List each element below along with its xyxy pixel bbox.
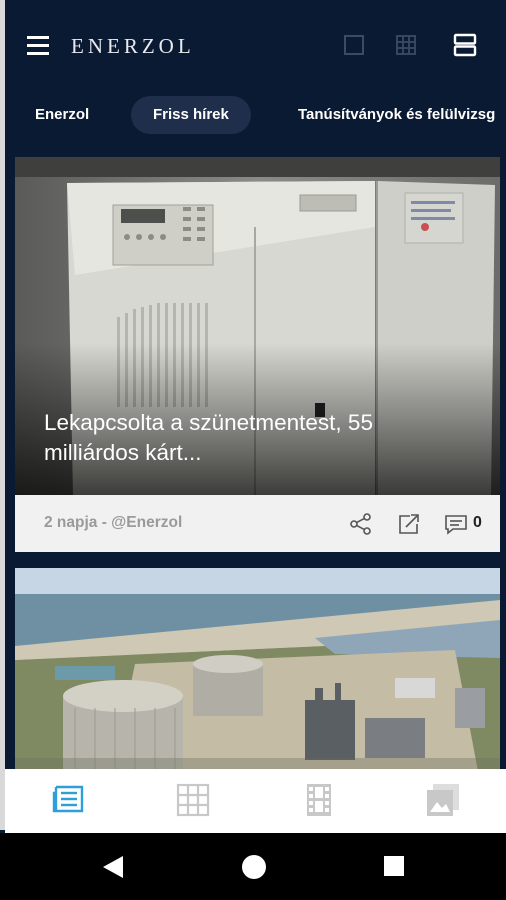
back-icon[interactable] — [101, 854, 125, 880]
gallery-icon[interactable] — [424, 781, 462, 819]
share-icon[interactable] — [348, 512, 374, 536]
home-icon[interactable] — [241, 854, 267, 880]
recents-icon[interactable] — [383, 855, 405, 877]
external-share-icon[interactable] — [396, 512, 422, 536]
top-app-bar: ENERZOL — [5, 0, 506, 88]
video-icon[interactable] — [300, 781, 338, 819]
article-footer: 2 napja - @Enerzol 0 — [15, 495, 500, 552]
app-root: ENERZOL Enerzol Friss hírek Tanúsítványo… — [0, 0, 506, 900]
bottom-navigation — [5, 769, 506, 833]
article-title[interactable]: Lekapcsolta a szünetmentest, 55 milliárd… — [44, 408, 464, 468]
app-brand: ENERZOL — [71, 34, 195, 58]
tab-enerzol[interactable]: Enerzol — [35, 96, 89, 134]
system-navigation-bar — [0, 833, 506, 900]
tab-tanusitvanyok[interactable]: Tanúsítványok és felülvizsg — [298, 96, 495, 134]
hamburger-menu-icon[interactable] — [27, 34, 53, 58]
category-tabs: Enerzol Friss hírek Tanúsítványok és fel… — [5, 88, 506, 140]
grid-icon[interactable] — [174, 781, 212, 819]
single-view-icon[interactable] — [342, 33, 366, 57]
article-meta: 2 napja - @Enerzol — [44, 514, 183, 531]
news-icon[interactable] — [48, 781, 86, 819]
comment-count: 0 — [473, 514, 482, 531]
comment-icon[interactable] — [443, 512, 469, 536]
article-card[interactable]: Lekapcsolta a szünetmentest, 55 milliárd… — [15, 157, 500, 552]
tab-friss-hirek[interactable]: Friss hírek — [131, 96, 251, 134]
list-view-icon[interactable] — [453, 33, 477, 57]
grid-view-icon[interactable] — [394, 33, 418, 57]
